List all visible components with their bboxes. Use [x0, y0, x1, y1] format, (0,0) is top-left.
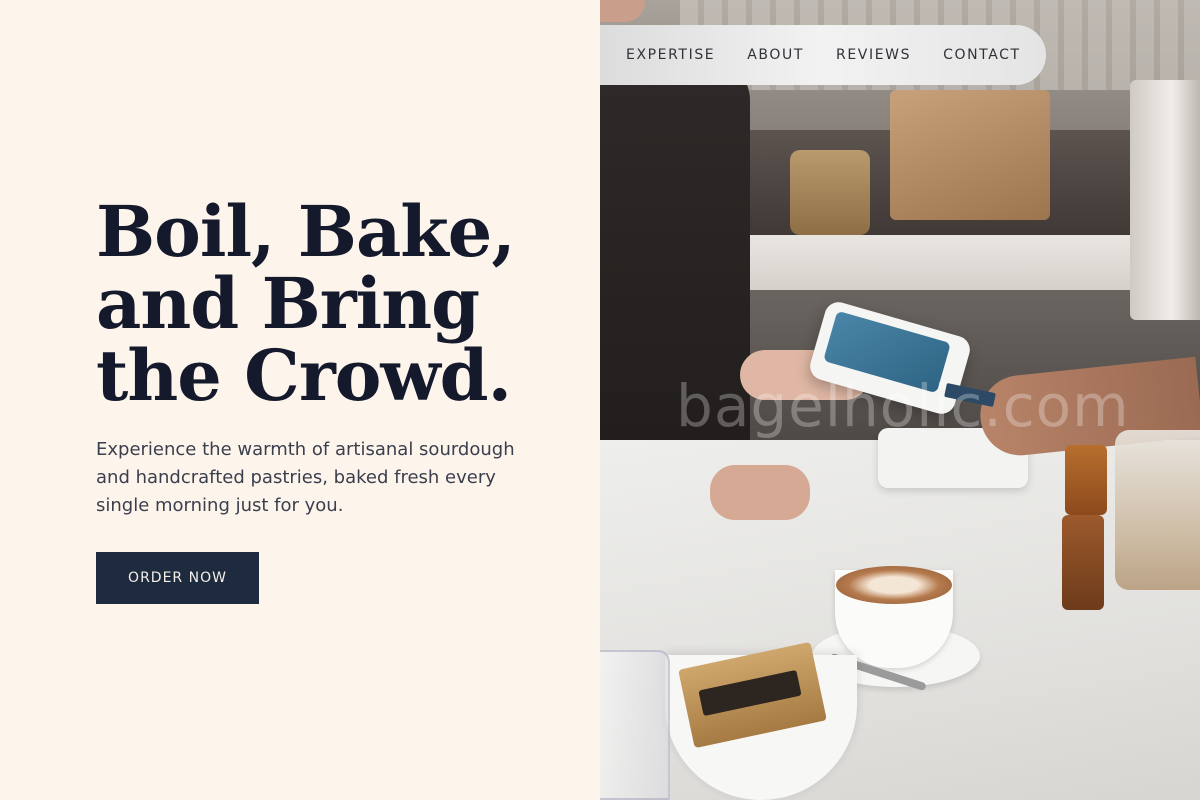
- landing-page: Boil, Bake, and Bring the Crowd. Experie…: [0, 0, 1200, 800]
- photo-hand-resting: [710, 465, 810, 520]
- headline-line-1: Boil, Bake,: [96, 190, 516, 273]
- photo-spice-jar: [1062, 515, 1104, 610]
- photo-espresso-machine: [1130, 80, 1200, 320]
- nav-link-expertise[interactable]: EXPERTISE: [626, 47, 715, 63]
- order-now-button[interactable]: ORDER NOW: [96, 552, 259, 604]
- hero-text-panel: Boil, Bake, and Bring the Crowd. Experie…: [0, 0, 600, 800]
- hero-headline: Boil, Bake, and Bring the Crowd.: [96, 196, 566, 412]
- hero-photo: bagelholic.com: [600, 0, 1200, 800]
- photo-glass: [600, 650, 670, 800]
- nav-link-reviews[interactable]: REVIEWS: [836, 47, 911, 63]
- photo-large-jar: [1115, 430, 1200, 590]
- watermark-text: bagelholic.com: [676, 372, 1130, 440]
- photo-jar: [790, 150, 870, 235]
- headline-line-3: the Crowd.: [96, 334, 512, 417]
- hero-subtext: Experience the warmth of artisanal sourd…: [96, 439, 515, 516]
- photo-boxes: [890, 90, 1050, 220]
- nav-link-about[interactable]: ABOUT: [747, 47, 804, 63]
- headline-line-2: and Bring: [96, 262, 480, 345]
- main-nav: EXPERTISE ABOUT REVIEWS CONTACT: [600, 25, 1046, 85]
- photo-latte-art: [836, 566, 952, 604]
- nav-link-contact[interactable]: CONTACT: [943, 47, 1021, 63]
- photo-spice-jar: [1065, 445, 1107, 515]
